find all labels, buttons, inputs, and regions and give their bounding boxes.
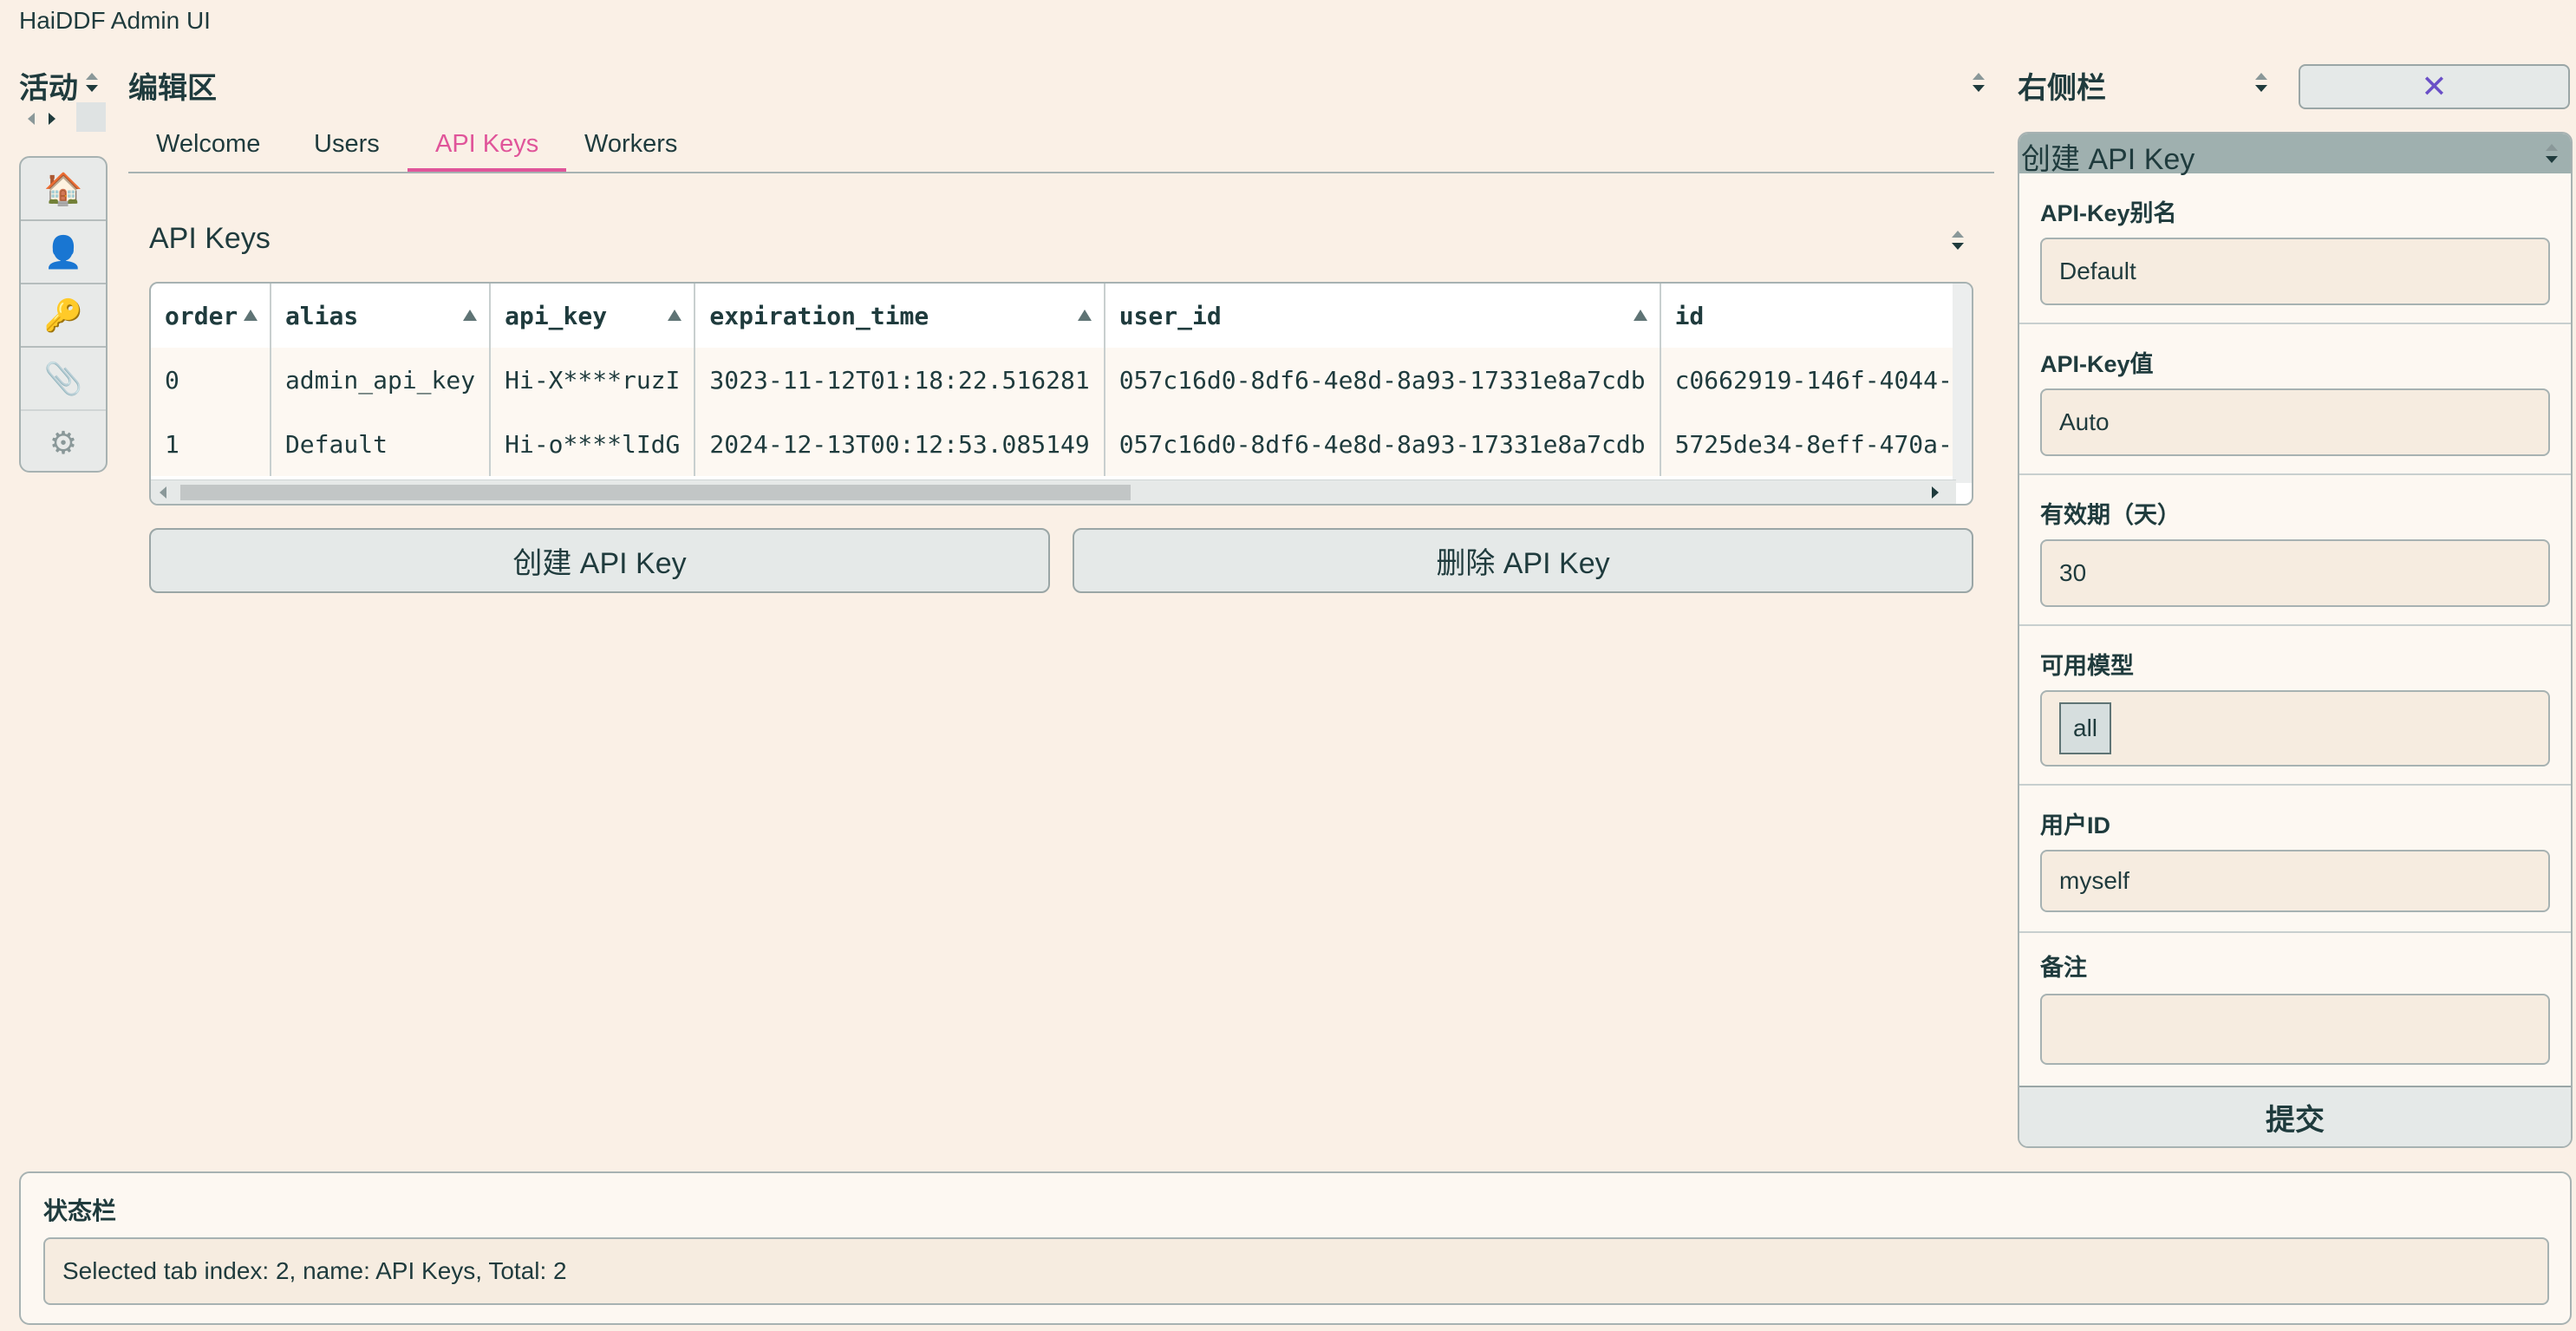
field-models: 可用模型 all (2019, 626, 2571, 786)
submit-button[interactable]: 提交 (2019, 1086, 2571, 1146)
tab-bar: Welcome Users API Keys Workers (128, 121, 1994, 173)
scroll-right-icon[interactable] (1932, 486, 1939, 499)
key-value-input[interactable]: Auto (2040, 388, 2550, 456)
field-label: API-Key值 (2040, 351, 2154, 377)
col-alias[interactable]: alias (270, 284, 492, 348)
scroll-thumb[interactable] (180, 485, 1131, 500)
field-user-id: 用户ID myself (2019, 786, 2571, 933)
status-bar: 状态栏 Selected tab index: 2, name: API Key… (19, 1171, 2572, 1325)
activity-spinner[interactable] (83, 68, 101, 97)
cell[interactable]: Default (270, 412, 492, 476)
close-icon: ✕ (2421, 69, 2448, 104)
cell[interactable]: c0662919-146f-4044- (1660, 348, 1972, 412)
validity-days-input[interactable]: 30 (2040, 539, 2550, 607)
alias-input[interactable]: Default (2040, 238, 2550, 305)
field-key-value: API-Key值 Auto (2019, 324, 2571, 475)
cell[interactable]: 1 (151, 412, 271, 476)
editor-spinner[interactable] (1970, 68, 1987, 97)
vertical-scrollbar[interactable] (1953, 284, 1972, 483)
note-input[interactable] (2040, 994, 2550, 1065)
status-label: 状态栏 (43, 1197, 117, 1224)
user-id-input[interactable]: myself (2040, 850, 2550, 912)
scroll-left-icon[interactable] (160, 486, 166, 499)
activity-panel: 🏠 👤 🔑 📎 ⚙ (19, 156, 108, 473)
col-user-id[interactable]: user_id (1104, 284, 1661, 348)
field-note: 备注 (2019, 933, 2571, 1089)
cell[interactable]: Hi-o****lIdG (490, 412, 696, 476)
field-label: 备注 (2040, 955, 2087, 981)
field-label: 可用模型 (2040, 653, 2134, 679)
editor-title: 编辑区 (128, 72, 217, 105)
gear-icon[interactable]: ⚙ (21, 411, 106, 471)
key-icon[interactable]: 🔑 (21, 284, 106, 348)
activity-nav (28, 104, 68, 134)
col-expiration-time[interactable]: expiration_time (695, 284, 1105, 348)
close-sidebar-button[interactable]: ✕ (2299, 64, 2570, 109)
app-title: HaiDDF Admin UI (19, 7, 211, 34)
sort-icon[interactable] (1077, 310, 1092, 321)
user-icon[interactable]: 👤 (21, 221, 106, 284)
field-validity: 有效期（天） 30 (2019, 475, 2571, 626)
cell[interactable]: 0 (151, 348, 271, 412)
sidebar-spinner[interactable] (2253, 68, 2270, 97)
nav-left-icon[interactable] (28, 113, 35, 125)
cell[interactable]: 057c16d0-8df6-4e8d-8a93-17331e8a7cdb (1104, 348, 1661, 412)
create-api-key-panel: 创建 API Key API-Key别名 Default API-Key值 Au… (2018, 132, 2573, 1148)
cell[interactable]: Hi-X****ruzI (490, 348, 696, 412)
horizontal-scrollbar[interactable] (151, 480, 1956, 504)
cell[interactable]: 2024-12-13T00:12:53.085149 (695, 412, 1105, 476)
col-order[interactable]: order (151, 284, 271, 348)
table-row[interactable]: 0 admin_api_key Hi-X****ruzI 3023-11-12T… (151, 348, 1972, 412)
panel-title: 创建 API Key (2021, 143, 2195, 176)
activity-scroll-box[interactable] (76, 102, 106, 132)
field-label: 用户ID (2040, 812, 2110, 838)
activity-title: 活动 (19, 72, 78, 105)
delete-api-key-button[interactable]: 删除 API Key (1073, 528, 1973, 593)
model-chip[interactable]: all (2059, 702, 2112, 754)
tab-users[interactable]: Users (286, 130, 408, 172)
section-spinner[interactable] (1949, 225, 1966, 255)
section-title: API Keys (149, 222, 271, 255)
models-input[interactable]: all (2040, 690, 2550, 767)
status-text: Selected tab index: 2, name: API Keys, T… (43, 1237, 2549, 1305)
sidebar-title: 右侧栏 (2018, 72, 2106, 105)
col-id[interactable]: id (1660, 284, 1972, 348)
tab-api-keys[interactable]: API Keys (408, 130, 567, 172)
table-row[interactable]: 1 Default Hi-o****lIdG 2024-12-13T00:12:… (151, 412, 1972, 476)
sort-icon[interactable] (463, 310, 478, 321)
cell[interactable]: 3023-11-12T01:18:22.516281 (695, 348, 1105, 412)
sort-icon[interactable] (1633, 310, 1647, 321)
api-keys-table: order alias api_key expiration_time user… (149, 282, 1973, 506)
home-icon[interactable]: 🏠 (21, 158, 106, 221)
paperclip-icon[interactable]: 📎 (21, 348, 106, 411)
col-api-key[interactable]: api_key (490, 284, 696, 348)
nav-right-icon[interactable] (49, 113, 55, 125)
field-label: 有效期（天） (2040, 502, 2181, 528)
sort-icon[interactable] (243, 310, 258, 321)
tab-workers[interactable]: Workers (557, 130, 705, 172)
panel-spinner[interactable] (2543, 137, 2560, 170)
field-alias: API-Key别名 Default (2019, 173, 2571, 324)
cell[interactable]: admin_api_key (270, 348, 492, 412)
sort-icon[interactable] (668, 310, 682, 321)
field-label: API-Key别名 (2040, 200, 2177, 226)
tab-welcome[interactable]: Welcome (128, 130, 288, 172)
cell[interactable]: 5725de34-8eff-470a- (1660, 412, 1972, 476)
create-api-key-button[interactable]: 创建 API Key (149, 528, 1050, 593)
panel-header: 创建 API Key (2019, 134, 2571, 176)
cell[interactable]: 057c16d0-8df6-4e8d-8a93-17331e8a7cdb (1104, 412, 1661, 476)
